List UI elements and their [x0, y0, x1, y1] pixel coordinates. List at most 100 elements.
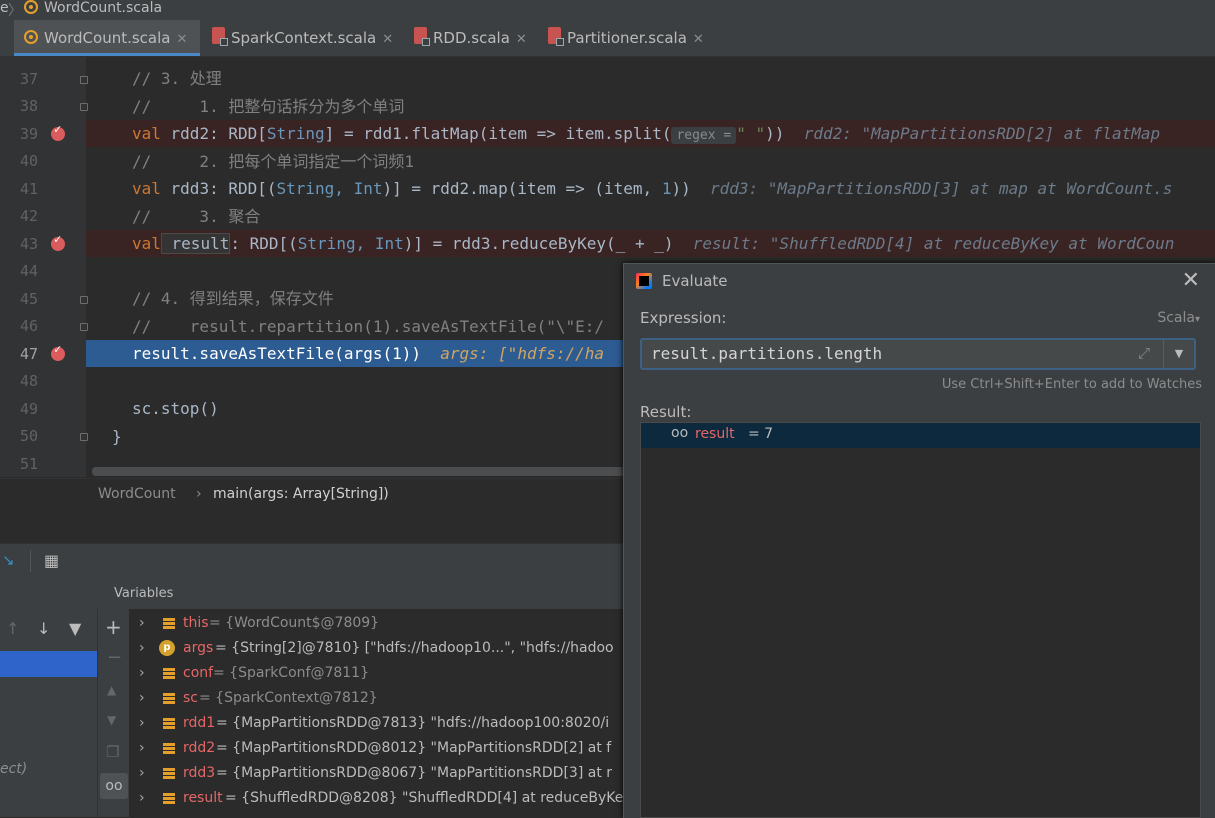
- code-line[interactable]: val rdd3: RDD[(String, Int)] = rdd2.map(…: [86, 175, 1215, 202]
- expression-input[interactable]: [651, 344, 1131, 363]
- language-value: Scala: [1157, 310, 1195, 326]
- field-icon: [163, 793, 175, 804]
- chevron-right-icon[interactable]: ›: [139, 686, 145, 711]
- editor-gutter[interactable]: 37 38 39 40 41 42 43 44 45 46 47 48 49 5…: [0, 57, 88, 477]
- line-number: 37: [19, 70, 38, 88]
- move-up-icon[interactable]: ▲: [107, 683, 116, 697]
- comment: // 1. 把整句话拆分为多个单词: [132, 97, 405, 116]
- filter-icon[interactable]: ▼: [69, 619, 81, 638]
- code-line-breakpoint[interactable]: val rdd2: RDD[String] = rdd1.flatMap(ite…: [86, 120, 1215, 147]
- result-label: Result:: [640, 403, 692, 421]
- step-into-icon[interactable]: ↘: [2, 551, 15, 569]
- expand-icon[interactable]: ⤢: [1138, 344, 1150, 362]
- code-line[interactable]: // 3. 聚合: [86, 203, 1215, 230]
- evaluate-expression-icon[interactable]: ▦: [44, 551, 59, 570]
- parameter-icon: p: [159, 640, 175, 656]
- variable-value: = {SparkContext@7812}: [199, 690, 378, 706]
- variable-row[interactable]: › rdd2 = {MapPartitionsRDD@8012} "MapPar…: [129, 736, 623, 761]
- dialog-title: Evaluate: [662, 272, 728, 290]
- arrow-up-icon[interactable]: ↑: [6, 619, 19, 638]
- variable-name: sc: [183, 690, 198, 706]
- code-line[interactable]: // 3. 处理: [86, 65, 1215, 92]
- variable-row[interactable]: › rdd3 = {MapPartitionsRDD@8067} "MapPar…: [129, 761, 623, 786]
- code-line[interactable]: // 1. 把整句话拆分为多个单词: [86, 93, 1215, 120]
- glasses-icon[interactable]: oo: [100, 773, 128, 799]
- selected-frame[interactable]: [0, 651, 97, 677]
- glasses-icon: oo: [671, 425, 689, 441]
- tab-rdd[interactable]: RDD.scala ✕: [414, 20, 527, 56]
- variable-value: = {SparkConf@7811}: [213, 665, 369, 681]
- arrow-down-icon[interactable]: ↓: [37, 619, 50, 638]
- tab-wordcount[interactable]: WordCount.scala ✕: [14, 20, 200, 56]
- horizontal-scrollbar[interactable]: [92, 467, 712, 476]
- scala-class-icon: [212, 21, 228, 57]
- close-icon[interactable]: ✕: [516, 32, 527, 47]
- variable-row[interactable]: › conf = {SparkConf@7811}: [129, 661, 623, 686]
- breadcrumb-class[interactable]: WordCount: [98, 486, 176, 502]
- tab-sparkcontext[interactable]: SparkContext.scala ✕: [212, 20, 393, 56]
- code-text: ] = rdd1.flatMap(item => item.split(: [324, 124, 672, 143]
- history-dropdown-button[interactable]: ▼: [1163, 340, 1194, 368]
- code-text: : RDD[(: [230, 234, 298, 253]
- chevron-right-icon[interactable]: ›: [139, 661, 145, 686]
- variable-name: this: [183, 615, 209, 631]
- tab-label: SparkContext.scala: [231, 29, 377, 47]
- breadcrumb-file[interactable]: WordCount.scala: [44, 0, 162, 16]
- tab-partitioner[interactable]: Partitioner.scala ✕: [548, 20, 704, 56]
- line-number: 45: [19, 290, 38, 308]
- line-number: 40: [19, 152, 38, 170]
- field-icon: [163, 718, 175, 729]
- breakpoint-icon[interactable]: [51, 342, 65, 361]
- variable-name: conf: [183, 665, 214, 681]
- result-tree[interactable]: oo result = 7: [640, 422, 1201, 818]
- variable-row[interactable]: › p args = {String[2]@7810} ["hdfs://had…: [129, 636, 623, 661]
- chevron-right-icon[interactable]: ›: [139, 786, 145, 811]
- string-literal: " ": [736, 124, 766, 143]
- result-value: = 7: [748, 426, 774, 442]
- frames-list[interactable]: ect): [0, 677, 97, 817]
- chevron-right-icon[interactable]: ›: [139, 711, 145, 736]
- tab-label: Partitioner.scala: [567, 29, 687, 47]
- keyword: val: [132, 234, 161, 253]
- result-row[interactable]: oo result = 7: [641, 423, 1200, 448]
- close-icon[interactable]: ✕: [693, 32, 704, 47]
- remove-watch-icon[interactable]: −: [107, 647, 122, 668]
- dialog-title-bar[interactable]: Evaluate ✕: [624, 264, 1215, 298]
- line-number: 38: [19, 97, 38, 115]
- line-number: 48: [19, 372, 38, 390]
- line-number: 51: [19, 455, 38, 473]
- breakpoint-icon[interactable]: [51, 122, 65, 141]
- variable-row[interactable]: › this = {WordCount$@7809}: [129, 611, 623, 636]
- chevron-right-icon[interactable]: ›: [139, 611, 145, 636]
- chevron-right-icon[interactable]: ›: [139, 761, 145, 786]
- variable-row[interactable]: › sc = {SparkContext@7812}: [129, 686, 623, 711]
- expression-field[interactable]: ⤢ ▼: [640, 338, 1196, 370]
- variables-list[interactable]: › this = {WordCount$@7809} › p args = {S…: [129, 609, 623, 817]
- code-line-breakpoint[interactable]: val result: RDD[(String, Int)] = rdd3.re…: [86, 230, 1215, 257]
- chevron-right-icon[interactable]: ›: [139, 736, 145, 761]
- variable-value: = {ShuffledRDD@8208} "ShuffledRDD[4] at …: [225, 790, 623, 806]
- close-icon[interactable]: ✕: [1182, 268, 1200, 293]
- code-line[interactable]: // 2. 把每个单词指定一个词频1: [86, 148, 1215, 175]
- field-icon: [163, 668, 175, 679]
- variable-row[interactable]: › result = {ShuffledRDD@8208} "ShuffledR…: [129, 786, 623, 811]
- close-icon[interactable]: ✕: [382, 32, 393, 47]
- variable-name: result: [183, 790, 223, 806]
- copy-icon[interactable]: ❐: [106, 743, 119, 761]
- line-number: 43: [19, 235, 38, 253]
- chevron-right-icon: ›: [196, 486, 202, 502]
- close-icon[interactable]: ✕: [176, 32, 187, 47]
- field-icon: [163, 768, 175, 779]
- line-number: 49: [19, 400, 38, 418]
- add-watch-icon[interactable]: +: [105, 615, 122, 639]
- code-text: )] = rdd2.map(item => (item,: [382, 179, 662, 198]
- variable-row[interactable]: › rdd1 = {MapPartitionsRDD@7813} "hdfs:/…: [129, 711, 623, 736]
- breakpoint-icon[interactable]: [51, 232, 65, 251]
- chevron-right-icon[interactable]: ›: [139, 636, 145, 661]
- move-down-icon[interactable]: ▼: [107, 713, 116, 727]
- scala-class-icon: [548, 21, 564, 57]
- type-name: String, Int: [276, 179, 383, 198]
- breadcrumb-method[interactable]: main(args: Array[String]): [213, 486, 389, 502]
- language-select[interactable]: Scala▾: [1157, 310, 1200, 326]
- field-icon: [163, 693, 175, 704]
